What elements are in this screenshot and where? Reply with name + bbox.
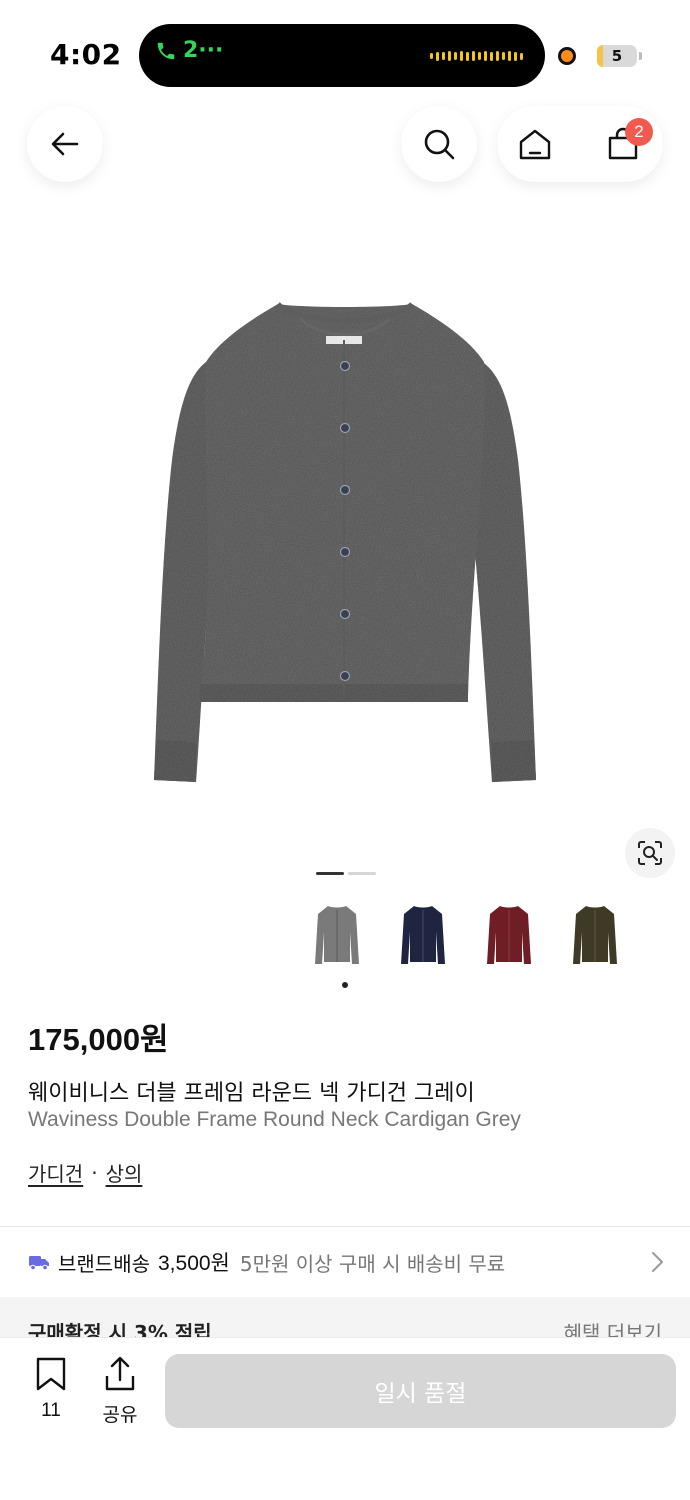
home-button[interactable]	[497, 106, 573, 182]
nav-button-group: 2	[497, 106, 663, 182]
bottom-action-bar: 11 공유 일시 품절	[0, 1337, 690, 1500]
image-pager	[316, 872, 376, 875]
swatch-grey[interactable]	[314, 902, 360, 970]
shipping-info-row[interactable]: 브랜드배송 3,500원 5만원 이상 구매 시 배송비 무료	[0, 1227, 690, 1297]
phone-icon	[157, 42, 175, 59]
swatch-burgundy[interactable]	[486, 902, 532, 970]
search-icon	[424, 129, 455, 160]
product-price: 175,000원	[28, 1022, 169, 1057]
battery-tip	[639, 52, 642, 60]
bookmark-count: 11	[41, 1400, 61, 1421]
product-name-english: Waviness Double Frame Round Neck Cardiga…	[28, 1108, 521, 1131]
swatch-olive[interactable]	[572, 902, 618, 970]
battery-fill	[597, 45, 603, 67]
battery-indicator: 5	[597, 45, 637, 67]
chevron-right-icon	[652, 1252, 663, 1272]
product-name-korean: 웨이비니스 더블 프레임 라운드 넥 가디건 그레이	[28, 1081, 475, 1106]
soldout-button[interactable]: 일시 품절	[165, 1354, 676, 1428]
swatch-navy[interactable]	[400, 902, 446, 970]
selected-swatch-indicator	[342, 982, 348, 988]
benefit-row[interactable]: 구매확정 시 3% 적립 혜택 더보기	[0, 1297, 690, 1337]
bookmark-button[interactable]: 11	[28, 1356, 74, 1422]
share-label: 공유	[102, 1404, 138, 1426]
shipping-fee: 3,500원	[158, 1252, 230, 1275]
lens-icon	[638, 841, 662, 865]
benefit-label: 구매확정 시 3% 적립	[28, 1321, 212, 1337]
delivery-truck-icon	[29, 1256, 49, 1271]
battery-level: 5	[611, 47, 623, 65]
category-breadcrumb: 가디건 · 상의	[28, 1158, 142, 1187]
category-link-cardigan[interactable]: 가디건	[28, 1158, 83, 1187]
status-time: 4:02	[50, 38, 122, 71]
pager-indicator-active	[316, 872, 344, 875]
home-icon	[519, 129, 551, 160]
category-separator: ·	[91, 1160, 98, 1185]
cart-button[interactable]	[585, 106, 661, 182]
bookmark-icon	[36, 1357, 66, 1391]
back-button[interactable]	[27, 106, 103, 182]
category-link-tops[interactable]: 상의	[106, 1158, 143, 1187]
recording-indicator	[558, 47, 576, 65]
cart-count-badge: 2	[625, 118, 653, 146]
shipping-label: 브랜드배송	[58, 1251, 150, 1276]
product-image-cardigan[interactable]	[150, 300, 540, 790]
share-button[interactable]: 공유	[96, 1356, 144, 1427]
search-button[interactable]	[401, 106, 477, 182]
audio-wave-icon	[430, 51, 523, 61]
shipping-note: 5만원 이상 구매 시 배송비 무료	[239, 1251, 506, 1276]
share-icon	[105, 1356, 135, 1391]
pager-indicator	[348, 872, 376, 875]
call-indicator-label: 2···	[183, 38, 224, 63]
dynamic-island[interactable]: 2···	[139, 24, 545, 87]
call-indicator[interactable]: 2···	[155, 38, 223, 63]
status-bar: 4:02 2··· 5	[0, 0, 690, 100]
visual-search-button[interactable]	[625, 828, 675, 878]
benefit-more-link[interactable]: 혜택 더보기	[564, 1317, 662, 1337]
back-arrow-icon	[51, 132, 79, 156]
color-swatch-list	[314, 902, 618, 970]
